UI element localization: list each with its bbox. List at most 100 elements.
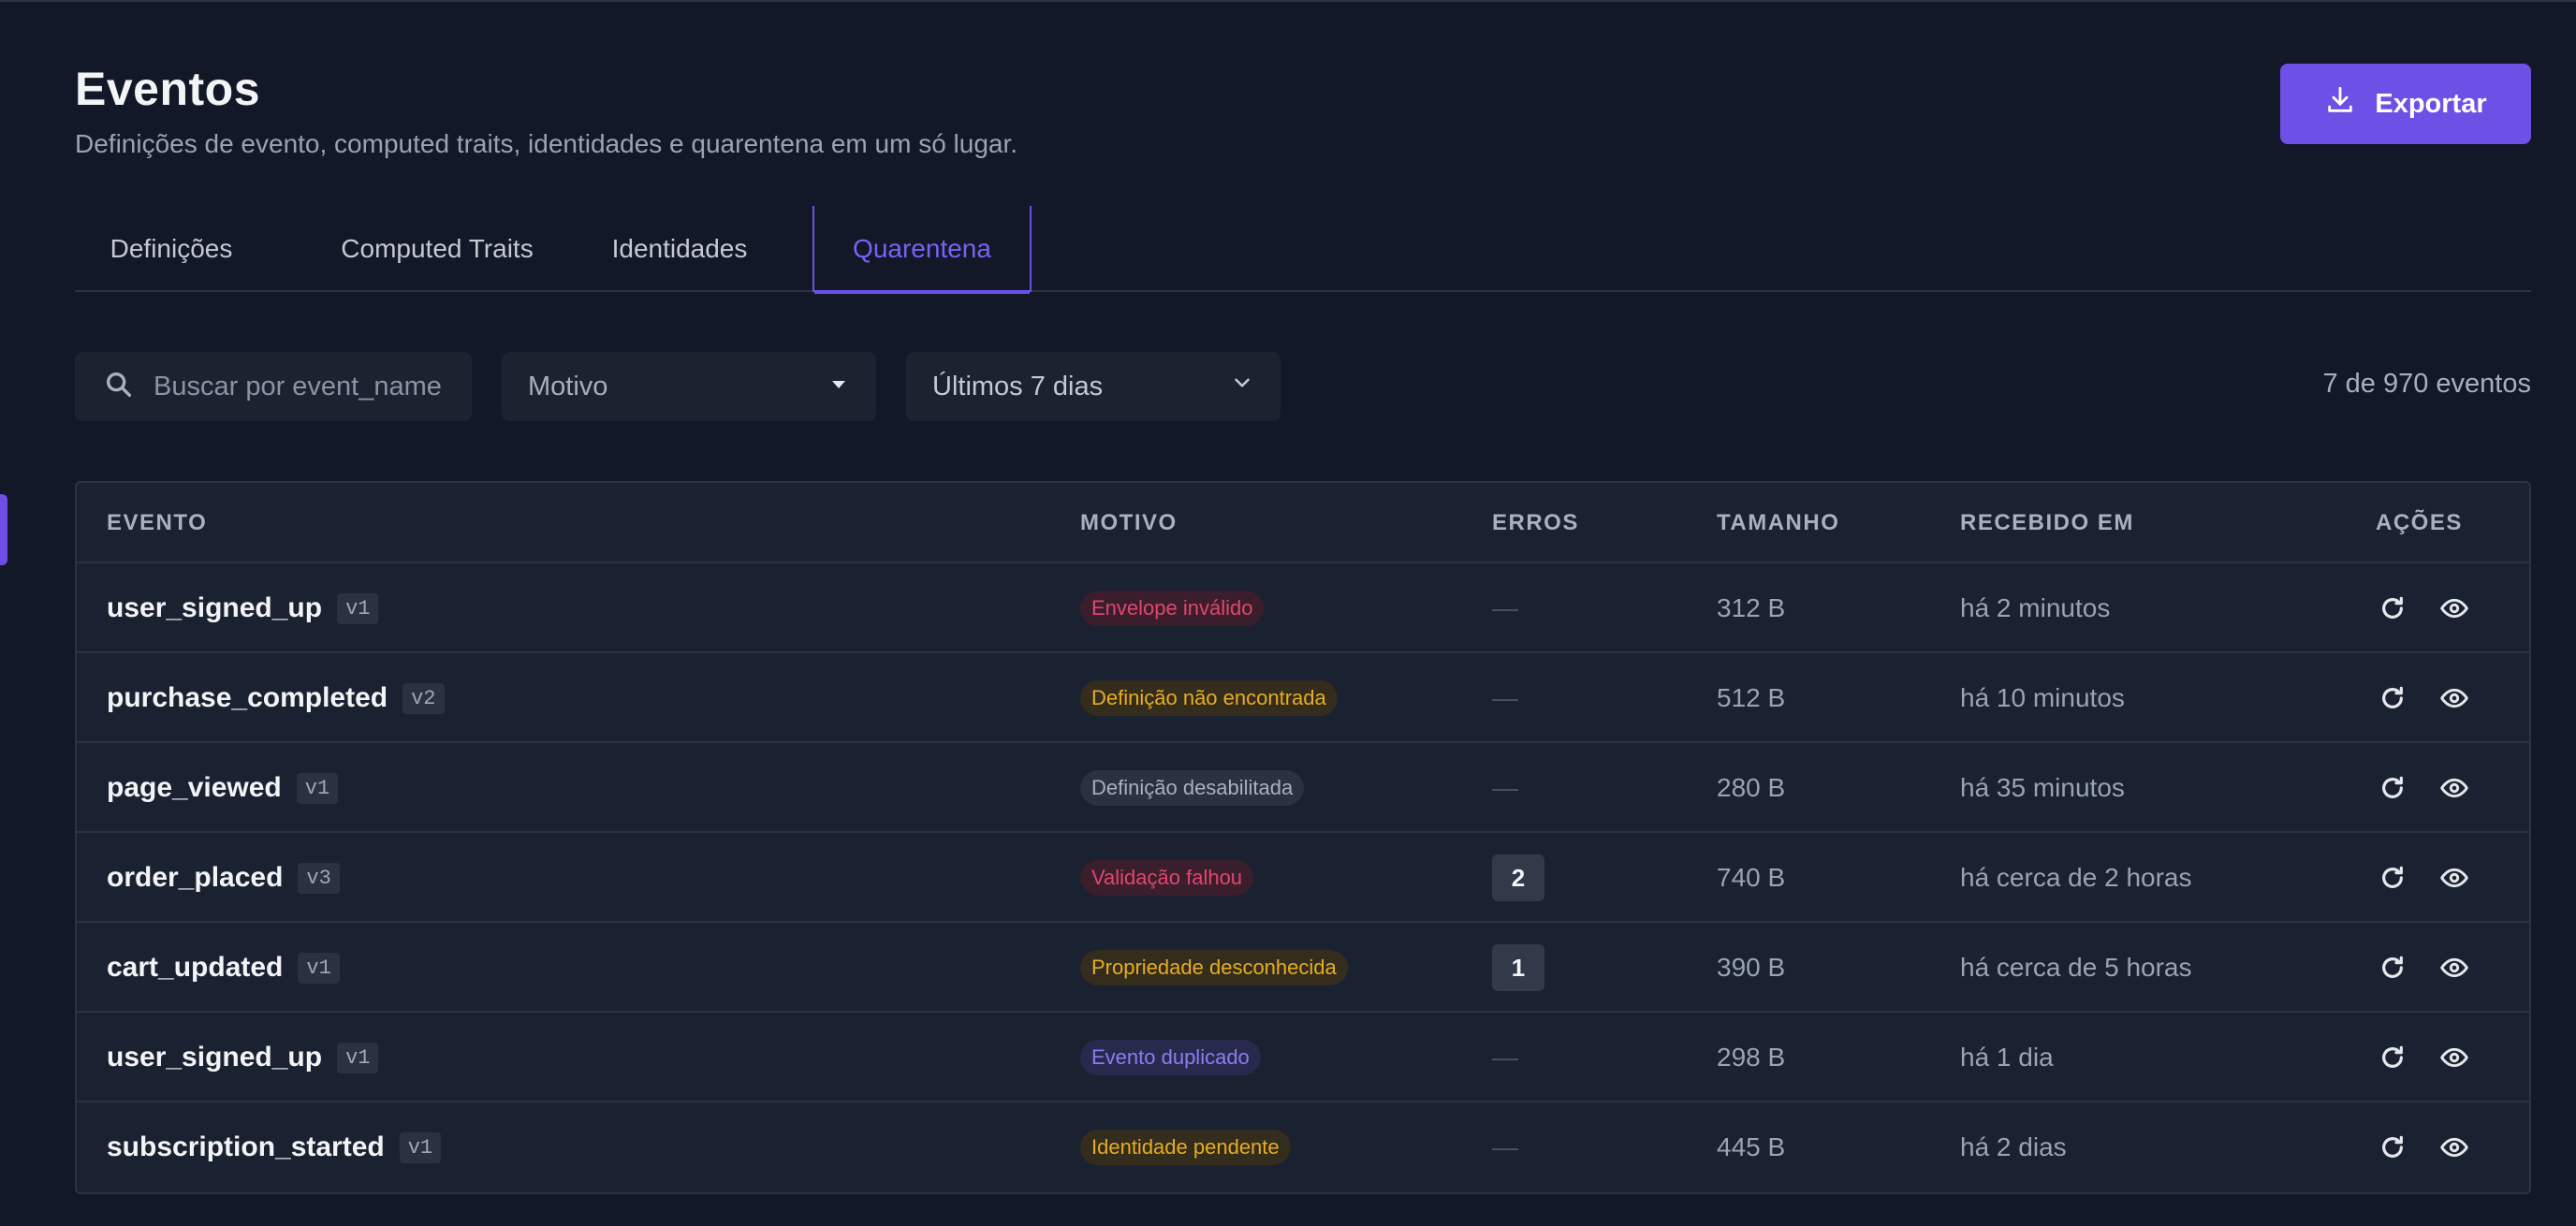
reason-badge: Definição desabilitada [1080, 770, 1305, 806]
reason-cell: Validação falhou [1080, 833, 1254, 923]
size-cell: 390 B [1717, 953, 1786, 982]
event-name: user_signed_up [107, 1042, 323, 1073]
errors-empty: — [1492, 593, 1518, 622]
event-name: subscription_started [107, 1131, 385, 1162]
received-cell: há 10 minutos [1960, 683, 2125, 712]
reason-cell: Envelope inválido [1080, 563, 1265, 653]
period-select-label: Últimos 7 dias [932, 371, 1104, 401]
received-cell: há 2 minutos [1960, 593, 2111, 622]
event-version-badge: v1 [399, 1131, 442, 1163]
eye-icon[interactable] [2437, 1041, 2471, 1074]
reason-select[interactable]: Motivo [502, 352, 876, 421]
reason-badge: Validação falhou [1080, 860, 1254, 896]
refresh-icon[interactable] [2376, 591, 2409, 625]
errors-empty: — [1492, 1043, 1518, 1072]
reason-cell: Identidade pendente [1080, 1102, 1291, 1192]
table-row[interactable]: user_signed_up v1 Evento duplicado — 298… [77, 1013, 2529, 1102]
errors-count-badge: 1 [1492, 944, 1544, 991]
column-header-tamanho[interactable]: TAMANHO [1717, 483, 1839, 563]
table-body: user_signed_up v1 Envelope inválido — 31… [77, 563, 2529, 1192]
refresh-icon[interactable] [2376, 1131, 2409, 1164]
search-icon [103, 369, 135, 405]
event-name: order_placed [107, 862, 284, 893]
event-version-badge: v1 [296, 772, 339, 804]
event-version-badge: v1 [337, 592, 379, 624]
refresh-icon[interactable] [2376, 681, 2409, 715]
received-cell: há cerca de 5 horas [1960, 953, 2192, 982]
event-cell: purchase_completed v2 [107, 653, 445, 743]
refresh-icon[interactable] [2376, 1041, 2409, 1074]
eye-icon[interactable] [2437, 771, 2471, 805]
column-header-recebido-em[interactable]: RECEBIDO EM [1960, 483, 2134, 563]
period-select[interactable]: Últimos 7 dias [906, 352, 1281, 421]
column-header-motivo[interactable]: MOTIVO [1080, 483, 1178, 563]
actions-cell [2376, 563, 2471, 653]
size-cell: 445 B [1717, 1132, 1786, 1161]
event-cell: page_viewed v1 [107, 743, 339, 833]
caret-down-icon [827, 372, 850, 402]
event-name: cart_updated [107, 952, 284, 983]
filter-bar: Motivo Últimos 7 dias 7 de 970 eventos [75, 352, 2531, 421]
quarantine-table: EVENTO MOTIVO ERROS TAMANHO RECEBIDO EM … [75, 481, 2531, 1194]
errors-cell: 2 [1492, 833, 1544, 923]
table-row[interactable]: purchase_completed v2 Definição não enco… [77, 653, 2529, 743]
reason-select-label: Motivo [528, 371, 608, 401]
column-header-acoes: AÇÕES [2376, 510, 2463, 535]
reason-cell: Propriedade desconhecida [1080, 923, 1348, 1013]
eye-icon[interactable] [2437, 1131, 2471, 1164]
event-cell: cart_updated v1 [107, 923, 340, 1013]
tab-identidades[interactable]: Identidades [592, 206, 768, 292]
errors-cell: — [1492, 1013, 1518, 1102]
eye-icon[interactable] [2437, 681, 2471, 715]
eye-icon[interactable] [2437, 861, 2471, 895]
column-header-erros[interactable]: ERROS [1492, 483, 1579, 563]
side-drawer-handle[interactable] [0, 494, 7, 565]
reason-cell: Evento duplicado [1080, 1013, 1261, 1102]
actions-cell [2376, 1102, 2471, 1192]
actions-cell [2376, 923, 2471, 1013]
event-version-badge: v3 [298, 862, 340, 894]
refresh-icon[interactable] [2376, 951, 2409, 985]
table-row[interactable]: subscription_started v1 Identidade pende… [77, 1102, 2529, 1192]
errors-count-badge: 2 [1492, 854, 1544, 901]
event-version-badge: v1 [298, 952, 340, 984]
export-button-label: Exportar [2375, 88, 2487, 119]
download-icon [2324, 84, 2356, 124]
event-name: user_signed_up [107, 592, 323, 623]
search-box [75, 352, 472, 421]
refresh-icon[interactable] [2376, 861, 2409, 895]
reason-badge: Envelope inválido [1080, 591, 1265, 626]
export-button[interactable]: Exportar [2280, 64, 2531, 144]
actions-cell [2376, 653, 2471, 743]
eye-icon[interactable] [2437, 951, 2471, 985]
errors-empty: — [1492, 773, 1518, 802]
page: Eventos Definições de evento, computed t… [0, 0, 2576, 1226]
received-cell: há 1 dia [1960, 1043, 2054, 1072]
table-row[interactable]: order_placed v3 Validação falhou 2 740 B… [77, 833, 2529, 923]
eye-icon[interactable] [2437, 591, 2471, 625]
errors-cell: — [1492, 1102, 1518, 1192]
received-cell: há cerca de 2 horas [1960, 863, 2192, 892]
column-header-evento[interactable]: EVENTO [107, 483, 207, 563]
reason-badge: Evento duplicado [1080, 1040, 1261, 1075]
errors-empty: — [1492, 1132, 1518, 1161]
errors-cell: — [1492, 563, 1518, 653]
tab-quarentena[interactable]: Quarentena [812, 206, 1032, 294]
table-header: EVENTO MOTIVO ERROS TAMANHO RECEBIDO EM … [77, 483, 2529, 563]
chevron-down-icon [1230, 371, 1254, 402]
tab-definicoes[interactable]: Definições [75, 206, 268, 292]
event-cell: user_signed_up v1 [107, 1013, 379, 1102]
received-cell: há 35 minutos [1960, 773, 2125, 802]
table-row[interactable]: user_signed_up v1 Envelope inválido — 31… [77, 563, 2529, 653]
event-cell: user_signed_up v1 [107, 563, 379, 653]
errors-cell: — [1492, 653, 1518, 743]
refresh-icon[interactable] [2376, 771, 2409, 805]
errors-cell: — [1492, 743, 1518, 833]
tab-computed-traits[interactable]: Computed Traits [329, 206, 545, 292]
search-input[interactable] [154, 371, 453, 402]
event-version-badge: v1 [337, 1042, 379, 1073]
table-row[interactable]: cart_updated v1 Propriedade desconhecida… [77, 923, 2529, 1013]
table-row[interactable]: page_viewed v1 Definição desabilitada — … [77, 743, 2529, 833]
event-cell: subscription_started v1 [107, 1102, 442, 1192]
size-cell: 312 B [1717, 593, 1786, 622]
